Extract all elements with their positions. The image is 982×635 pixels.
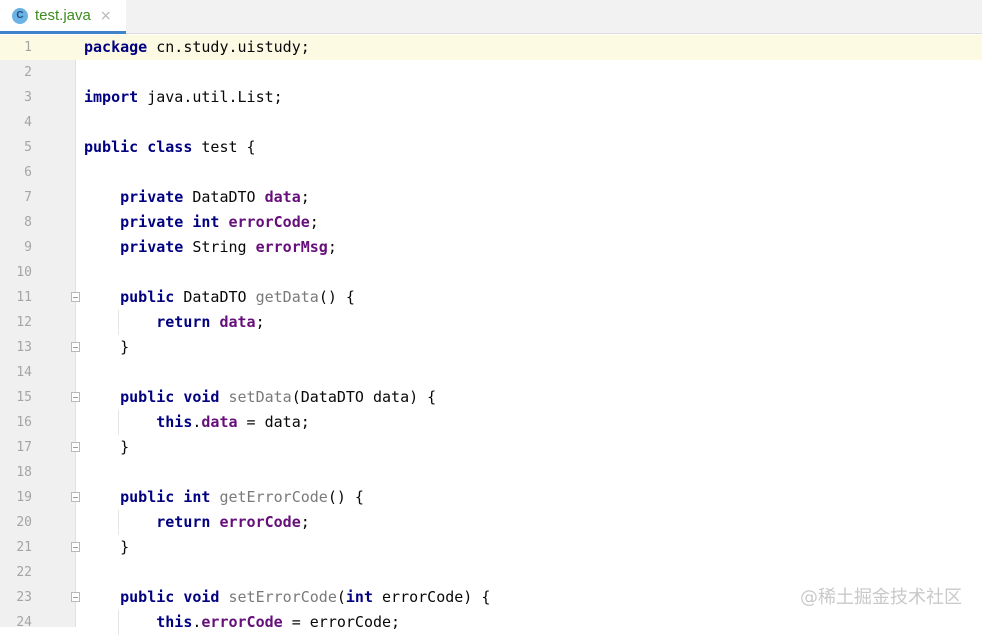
fold-toggle-icon[interactable] — [71, 592, 80, 602]
code-text: public void setData(DataDTO data) { — [120, 388, 437, 406]
code-line[interactable]: 16 this.data = data; — [0, 410, 982, 435]
line-number: 6 — [24, 165, 32, 180]
code-text: this.errorCode = errorCode; — [156, 613, 401, 631]
code-line[interactable]: 1 package cn.study.uistudy; — [0, 35, 982, 60]
line-number: 2 — [24, 65, 32, 80]
code-text: import java.util.List; — [84, 88, 283, 106]
indent-guide — [118, 410, 119, 435]
code-line[interactable]: 17 } — [0, 435, 982, 460]
line-number: 4 — [24, 115, 32, 130]
line-number: 14 — [16, 365, 32, 380]
code-line[interactable]: 20 return errorCode; — [0, 510, 982, 535]
line-number: 16 — [16, 415, 32, 430]
line-number: 3 — [24, 90, 32, 105]
code-line[interactable]: 21 } — [0, 535, 982, 560]
line-number: 10 — [16, 265, 32, 280]
line-number: 18 — [16, 465, 32, 480]
line-number: 11 — [16, 290, 32, 305]
line-number: 20 — [16, 515, 32, 530]
watermark: @稀土掘金技术社区 — [800, 587, 962, 608]
code-line[interactable]: 14 — [0, 360, 982, 385]
fold-toggle-icon[interactable] — [71, 292, 80, 302]
code-editor[interactable]: 1 package cn.study.uistudy; 2 3 import java.… — [0, 35, 982, 635]
code-line[interactable]: 18 — [0, 460, 982, 485]
tab-label: test.java — [35, 7, 91, 24]
code-text: private DataDTO data; — [120, 188, 310, 206]
fold-toggle-icon[interactable] — [71, 492, 80, 502]
code-line[interactable]: 12 return data; — [0, 310, 982, 335]
code-text: public class test { — [84, 138, 256, 156]
line-number: 1 — [24, 40, 32, 55]
line-number: 23 — [16, 590, 32, 605]
code-line[interactable]: 19 public int getErrorCode() { — [0, 485, 982, 510]
code-text: private String errorMsg; — [120, 238, 337, 256]
code-line[interactable]: 7 private DataDTO data; — [0, 185, 982, 210]
java-class-icon: C — [12, 7, 28, 24]
line-number: 7 — [24, 190, 32, 205]
code-text: public void setErrorCode(int errorCode) … — [120, 588, 491, 606]
line-number: 9 — [24, 240, 32, 255]
code-line[interactable]: 6 — [0, 160, 982, 185]
fold-toggle-icon[interactable] — [71, 342, 80, 352]
code-line[interactable]: 11 public DataDTO getData() { — [0, 285, 982, 310]
code-text: public int getErrorCode() { — [120, 488, 364, 506]
code-line[interactable]: 15 public void setData(DataDTO data) { — [0, 385, 982, 410]
indent-guide — [118, 310, 119, 335]
code-line[interactable]: 22 — [0, 560, 982, 585]
code-text: } — [84, 538, 130, 556]
code-text: private int errorCode; — [120, 213, 319, 231]
code-line[interactable]: 3 import java.util.List; — [0, 85, 982, 110]
editor-tab-bar: C test.java × — [0, 0, 982, 34]
code-text: package cn.study.uistudy; — [84, 38, 310, 56]
line-number: 19 — [16, 490, 32, 505]
indent-guide — [118, 610, 119, 635]
line-number: 24 — [16, 615, 32, 630]
close-icon[interactable]: × — [100, 8, 112, 24]
line-number: 22 — [16, 565, 32, 580]
code-line[interactable]: 8 private int errorCode; — [0, 210, 982, 235]
code-line[interactable]: 5 public class test { — [0, 135, 982, 160]
code-text: return data; — [156, 313, 265, 331]
fold-toggle-icon[interactable] — [71, 392, 80, 402]
code-line[interactable]: 9 private String errorMsg; — [0, 235, 982, 260]
tab-test-java[interactable]: C test.java × — [0, 0, 126, 34]
code-text: } — [84, 438, 130, 456]
line-number: 21 — [16, 540, 32, 555]
line-number: 12 — [16, 315, 32, 330]
code-line[interactable]: 2 — [0, 60, 982, 85]
code-line[interactable]: 10 — [0, 260, 982, 285]
fold-toggle-icon[interactable] — [71, 542, 80, 552]
line-number: 5 — [24, 140, 32, 155]
line-number: 15 — [16, 390, 32, 405]
line-number: 17 — [16, 440, 32, 455]
indent-guide — [118, 510, 119, 535]
fold-toggle-icon[interactable] — [71, 442, 80, 452]
line-number: 13 — [16, 340, 32, 355]
code-text: } — [84, 338, 130, 356]
code-line[interactable]: 24 this.errorCode = errorCode; — [0, 610, 982, 635]
code-line[interactable]: 13 } — [0, 335, 982, 360]
code-text: public DataDTO getData() { — [120, 288, 355, 306]
line-number: 8 — [24, 215, 32, 230]
code-line[interactable]: 4 — [0, 110, 982, 135]
